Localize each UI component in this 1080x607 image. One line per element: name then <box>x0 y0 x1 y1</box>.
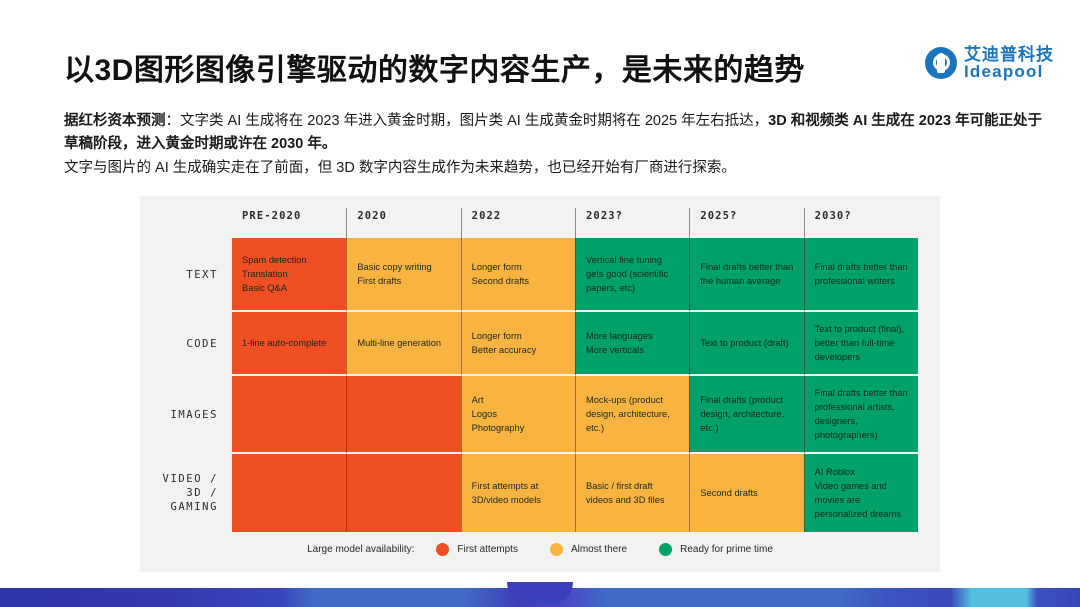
paragraph-1-rest: ：文字类 AI 生成将在 2023 年进入黄金时期，图片类 AI 生成黄金时期将… <box>165 113 769 129</box>
chart-cell: First attempts at 3D/video models <box>460 454 575 532</box>
row-label-code: CODE <box>186 337 218 350</box>
chart-cell: Art Logos Photography <box>460 376 575 454</box>
chart-cell: Second drafts <box>689 454 804 532</box>
chart-cell-line: Multi-line generation <box>357 338 442 349</box>
row-label-video-3d-gaming: VIDEO / 3D / GAMING <box>162 472 218 514</box>
chart-cell-line: Text to product (final), better than ful… <box>814 324 905 362</box>
chart-cell-line: Final drafts (product design, architectu… <box>700 395 785 433</box>
chart-cell <box>346 454 461 532</box>
logo-name-en: Ideapool <box>964 62 1044 82</box>
legend-item: First attempts <box>436 543 518 556</box>
paragraph-1: 据红杉资本预测：文字类 AI 生成将在 2023 年进入黄金时期，图片类 AI … <box>64 110 1054 157</box>
legend-label: Ready for prime time <box>680 544 773 555</box>
chart-cell: Text to product (draft) <box>689 312 804 376</box>
chart-cell-line: Final drafts better than professional wr… <box>814 262 908 286</box>
chart-cell-line: Vertical fine tuning gets good (scientif… <box>586 255 669 293</box>
chart-cell: Vertical fine tuning gets good (scientif… <box>575 238 690 312</box>
legend-swatch-icon <box>436 543 450 556</box>
chart-cell-line: First drafts <box>357 276 402 286</box>
chart-cell: Mock-ups (product design, architecture, … <box>575 376 690 454</box>
slide-root: 以3D图形图像引擎驱动的数字内容生产，是未来的趋势 艾迪普科技 Ideapool… <box>0 0 1080 607</box>
logo-text: 艾迪普科技 Ideapool <box>964 46 1054 81</box>
chart-cell <box>232 376 347 454</box>
chart-cell: Basic copy writing First drafts <box>346 238 461 312</box>
chart-cell-line: Logos <box>471 409 497 420</box>
chart-cell: Longer form Better accuracy <box>460 312 575 376</box>
chart-cell-line: Spam detection <box>242 255 307 266</box>
column-header-2025: 2025? <box>689 208 803 238</box>
chart-cell-line: Basic / first draft videos and 3D files <box>586 481 665 505</box>
chart-cell-line: Art <box>471 395 484 406</box>
chart-cell: Final drafts better than professional ar… <box>803 376 918 454</box>
legend-label: Almost there <box>570 544 628 555</box>
chart-cell: 1-line auto-complete <box>232 312 347 376</box>
chart-cell-line: More verticals <box>586 345 644 355</box>
chart-cell-line: AI Roblox <box>814 467 855 478</box>
chart-cell: Final drafts better than the human avera… <box>689 238 804 312</box>
column-header-2022: 2022 <box>460 208 575 238</box>
ai-capability-timeline-chart: PRE-2020 2020 2022 2023? 2025? 2030? TEXT Spam … <box>140 196 940 572</box>
chart-cell-line: Second drafts <box>471 276 530 286</box>
logo-name-cn: 艾迪普科技 <box>964 45 1054 64</box>
legend-title: Large model availability: <box>307 544 415 555</box>
chart-cell-line: Mock-ups (product design, architecture, … <box>586 395 670 433</box>
paragraph-2: 文字与图片的 AI 生成确实走在了前面，但 3D 数字内容生成作为未来趋势，也已… <box>64 159 736 176</box>
chart-cell-line: Longer form <box>471 262 522 273</box>
chart-cell: Multi-line generation <box>346 312 461 376</box>
legend-items: First attempts Almost there Ready for prim… <box>436 543 773 556</box>
legend-item: Almost there <box>549 543 628 556</box>
paragraph-1-lead: 据红杉资本预测 <box>64 113 166 129</box>
chart-cell: More languages More verticals <box>575 312 690 376</box>
body-text: 据红杉资本预测：文字类 AI 生成将在 2023 年进入黄金时期，图片类 AI … <box>64 110 1054 180</box>
chart-cell-line: Final drafts better than professional ar… <box>814 388 908 440</box>
chart-cell <box>232 454 347 532</box>
legend-item: Ready for prime time <box>659 543 773 556</box>
legend-swatch-icon <box>659 543 673 556</box>
chart-cell: Text to product (final), better than ful… <box>803 312 918 376</box>
chart-cell-line: Better accuracy <box>471 345 537 355</box>
chart-cell-line: Basic copy writing <box>357 262 432 273</box>
column-header-pre-2020: PRE-2020 <box>242 210 302 222</box>
chart-cell-line: Translation <box>242 269 288 280</box>
legend-swatch-icon <box>549 543 563 556</box>
chart-cell-line: Final drafts better than the human avera… <box>700 262 794 286</box>
chart-cell-line: Photography <box>471 422 525 433</box>
chart-cell-line: Second drafts <box>700 488 758 499</box>
column-header-2020: 2020 <box>346 208 460 238</box>
chart-cell <box>346 376 461 454</box>
chart-cell-line: First attempts at 3D/video models <box>471 481 541 505</box>
chart-cell: Basic / first draft videos and 3D files <box>575 454 690 532</box>
column-header-2023: 2023? <box>575 208 689 238</box>
footer-decorative-bar <box>0 582 1080 607</box>
chart-cell-line: More languages <box>586 331 653 342</box>
chart-cell-line: Longer form <box>471 331 522 342</box>
chart-cell: AI Roblox Video games and movies are pers… <box>803 454 918 532</box>
chart-cell: Spam detection Translation Basic Q&A <box>232 238 347 312</box>
page-title: 以3D图形图像引擎驱动的数字内容生产，是未来的趋势 <box>64 54 805 87</box>
row-label-images: IMAGES <box>170 408 218 421</box>
chart-cell-line: Basic Q&A <box>242 282 287 293</box>
footer-bump-shape <box>507 582 573 604</box>
legend-label: First attempts <box>457 544 518 555</box>
chart-grid: PRE-2020 2020 2022 2023? 2025? 2030? TEXT Spam … <box>162 208 918 532</box>
chart-legend: Large model availability: First attempts… <box>140 543 940 556</box>
chart-cell: Final drafts better than professional wr… <box>803 238 918 312</box>
chart-cell-line: 1-line auto-complete <box>242 338 327 349</box>
chart-cell-line: Text to product (draft) <box>700 338 789 349</box>
chart-cell-line: Video games and movies are personalized … <box>814 481 901 519</box>
row-label-text: TEXT <box>186 268 218 281</box>
chart-cell: Final drafts (product design, architectu… <box>689 376 804 454</box>
ideapool-logo-icon <box>925 47 957 80</box>
column-header-2030: 2030? <box>803 208 918 238</box>
chart-cell: Longer form Second drafts <box>460 238 575 312</box>
grid-corner <box>162 208 232 238</box>
brand-logo: 艾迪普科技 Ideapool <box>925 46 1054 81</box>
